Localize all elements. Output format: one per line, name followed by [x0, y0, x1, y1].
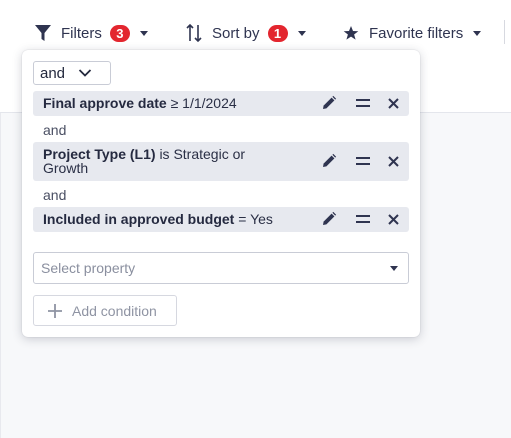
select-property-dropdown[interactable]: Select property — [33, 252, 409, 284]
close-icon — [387, 155, 399, 167]
drag-handle-icon[interactable] — [354, 94, 372, 112]
toolbar-separator — [504, 20, 505, 44]
funnel-icon — [35, 25, 51, 41]
select-property-placeholder: Select property — [41, 260, 136, 276]
chevron-down-icon — [139, 30, 148, 36]
edit-condition-button[interactable] — [320, 210, 338, 228]
drag-handle-icon[interactable] — [354, 210, 372, 228]
condition-field: Included in approved budget — [43, 211, 235, 227]
condition-value: Strategic or — [173, 146, 246, 162]
condition-value: 1/1/2024 — [182, 95, 237, 111]
condition-joiner: and — [43, 187, 67, 203]
remove-condition-button[interactable] — [384, 210, 402, 228]
logic-operator-select[interactable]: and — [33, 61, 111, 85]
close-icon — [387, 97, 399, 109]
condition-operator: ≥ — [170, 95, 179, 111]
add-condition-label: Add condition — [72, 302, 157, 319]
filter-condition: Included in approved budget = Yes — [33, 207, 409, 232]
add-condition-button[interactable]: Add condition — [33, 295, 177, 326]
sort-button[interactable]: Sort by 1 — [186, 22, 306, 44]
condition-joiner: and — [43, 122, 67, 138]
plus-icon — [48, 303, 62, 318]
filter-condition: Final approve date ≥ 1/1/2024 — [33, 91, 409, 116]
remove-condition-button[interactable] — [384, 94, 402, 112]
remove-condition-button[interactable] — [384, 152, 402, 170]
edit-condition-button[interactable] — [320, 152, 338, 170]
condition-text: Project Type (L1) is Strategic or Growth — [43, 147, 293, 175]
page: Filters 3 Sort by 1 Favorite filters and — [0, 0, 511, 438]
condition-value: Yes — [250, 211, 273, 227]
chevron-down-icon — [390, 266, 398, 271]
filter-panel: and Final approve date ≥ 1/1/2024 and Pr… — [22, 50, 420, 337]
condition-value-continued: Growth — [43, 160, 89, 176]
filters-count-badge: 3 — [109, 24, 130, 42]
chevron-down-icon — [473, 30, 482, 36]
filters-label: Filters — [61, 24, 102, 42]
sort-arrows-icon — [186, 23, 202, 43]
close-icon — [387, 213, 399, 225]
pencil-icon — [323, 211, 337, 225]
condition-field: Final approve date — [43, 95, 167, 111]
condition-operator: = — [238, 211, 247, 227]
star-icon — [343, 26, 359, 40]
pencil-icon — [323, 153, 337, 167]
favorite-filters-label: Favorite filters — [369, 24, 464, 42]
condition-text: Final approve date ≥ 1/1/2024 — [43, 96, 293, 110]
condition-operator: is — [159, 146, 170, 162]
drag-handle-icon[interactable] — [354, 152, 372, 170]
pencil-icon — [323, 95, 337, 109]
sort-count-badge: 1 — [267, 24, 288, 42]
sort-label: Sort by — [212, 24, 260, 42]
filter-condition: Project Type (L1) is Strategic or Growth — [33, 142, 409, 181]
favorite-filters-button[interactable]: Favorite filters — [343, 22, 482, 44]
logic-operator-value: and — [40, 64, 66, 82]
content-left-border — [0, 113, 1, 438]
condition-text: Included in approved budget = Yes — [43, 212, 313, 226]
chevron-down-icon — [297, 30, 306, 36]
edit-condition-button[interactable] — [320, 94, 338, 112]
filters-button[interactable]: Filters 3 — [34, 22, 148, 44]
chevron-down-icon — [78, 69, 92, 77]
